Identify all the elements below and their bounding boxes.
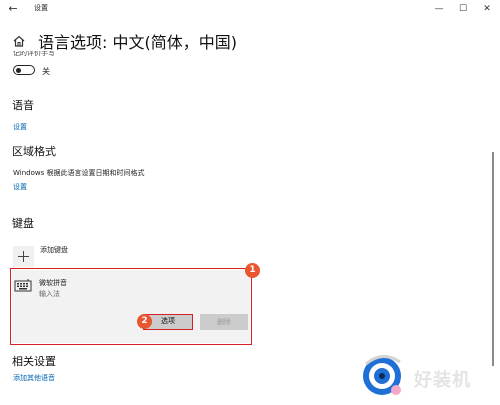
region-format-heading: 区域格式 <box>12 145 56 158</box>
region-format-description: Windows 根据此语言设置日期和时间格式 <box>13 169 145 177</box>
ime-type: 输入法 <box>39 290 60 298</box>
related-settings-heading: 相关设置 <box>12 355 56 368</box>
settings-window: ← 设置 — ☐ ✕ 语言选项: 中文(简体，中国) 记的评价手写 关 语音 设… <box>0 0 500 405</box>
add-keyboard-button[interactable] <box>13 246 34 267</box>
keyboard-heading: 键盘 <box>12 217 34 230</box>
step-badge-2: 2 <box>137 314 152 329</box>
handwriting-label: 记的评价手写 <box>13 51 55 57</box>
remove-button: 删除 <box>200 314 248 330</box>
page-title: 语言选项: 中文(简体，中国) <box>38 33 237 52</box>
plus-icon-vertical <box>23 251 24 262</box>
keyboard-icon <box>14 279 32 292</box>
toggle-state-label: 关 <box>42 67 50 76</box>
minimize-button[interactable]: — <box>432 2 446 16</box>
title-bar: ← 设置 — ☐ ✕ <box>0 0 500 18</box>
close-button[interactable]: ✕ <box>480 2 494 16</box>
speech-heading: 语音 <box>12 99 34 112</box>
scrollbar[interactable] <box>492 152 494 366</box>
step-badge-1: 1 <box>245 263 260 278</box>
add-keyboard-label[interactable]: 添加键盘 <box>40 245 68 255</box>
home-icon[interactable] <box>12 34 26 48</box>
speech-settings-link[interactable]: 设置 <box>13 122 27 132</box>
window-title: 设置 <box>34 4 48 12</box>
handwriting-toggle[interactable] <box>13 65 35 75</box>
maximize-button[interactable]: ☐ <box>456 2 470 16</box>
add-speech-language-link[interactable]: 添加其他语音 <box>13 373 55 383</box>
ime-name: 微软拼音 <box>39 279 67 287</box>
watermark-text: 好装机 <box>414 370 471 391</box>
back-arrow-icon[interactable]: ← <box>6 2 20 16</box>
toggle-knob <box>16 67 21 73</box>
region-settings-link[interactable]: 设置 <box>13 182 27 192</box>
